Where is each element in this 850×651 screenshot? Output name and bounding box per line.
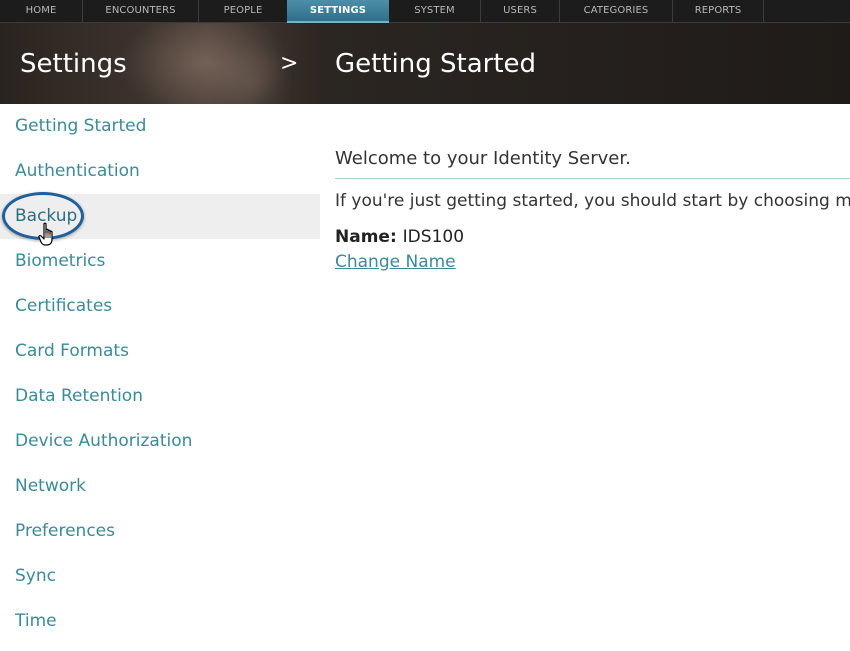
welcome-heading: Welcome to your Identity Server. — [335, 148, 631, 169]
sidebar-item-preferences[interactable]: Preferences — [0, 509, 320, 554]
main-content: Welcome to your Identity Server. If you'… — [320, 104, 850, 651]
name-label: Name: — [335, 227, 403, 247]
sidebar-item-data-retention[interactable]: Data Retention — [0, 374, 320, 419]
sidebar-item-backup[interactable]: Backup — [0, 194, 320, 239]
sidebar-item-certificates[interactable]: Certificates — [0, 284, 320, 329]
settings-sidebar: Getting Started Authentication Backup Bi… — [0, 104, 320, 651]
change-name-link[interactable]: Change Name — [335, 252, 456, 272]
divider — [335, 178, 850, 179]
section-title: Settings — [20, 49, 127, 79]
tab-home[interactable]: HOME — [0, 0, 82, 23]
tab-people[interactable]: PEOPLE — [199, 0, 287, 23]
tab-reports[interactable]: REPORTS — [673, 0, 763, 23]
tab-system[interactable]: SYSTEM — [389, 0, 480, 23]
sidebar-item-authentication[interactable]: Authentication — [0, 149, 320, 194]
sidebar-item-device-authorization[interactable]: Device Authorization — [0, 419, 320, 464]
sidebar-item-biometrics[interactable]: Biometrics — [0, 239, 320, 284]
tab-users[interactable]: USERS — [481, 0, 559, 23]
page-header: Getting Started — [320, 23, 850, 104]
name-value: IDS100 — [402, 227, 465, 247]
tab-divider — [763, 0, 764, 23]
tab-categories[interactable]: CATEGORIES — [560, 0, 672, 23]
sidebar-item-card-formats[interactable]: Card Formats — [0, 329, 320, 374]
tab-encounters[interactable]: ENCOUNTERS — [83, 0, 198, 23]
sidebar-item-network[interactable]: Network — [0, 464, 320, 509]
sidebar-item-getting-started[interactable]: Getting Started — [0, 104, 320, 149]
tab-settings[interactable]: SETTINGS — [287, 0, 389, 23]
chevron-right-icon[interactable]: > — [280, 51, 298, 76]
top-navigation: HOME ENCOUNTERS PEOPLE SETTINGS SYSTEM U… — [0, 0, 850, 23]
sidebar-item-sync[interactable]: Sync — [0, 554, 320, 599]
page-title: Getting Started — [335, 49, 537, 79]
server-name-row: Name: IDS100 — [335, 227, 464, 247]
settings-header: Settings > — [0, 23, 320, 104]
sidebar-item-time[interactable]: Time — [0, 599, 320, 644]
intro-text: If you're just getting started, you shou… — [335, 191, 850, 211]
